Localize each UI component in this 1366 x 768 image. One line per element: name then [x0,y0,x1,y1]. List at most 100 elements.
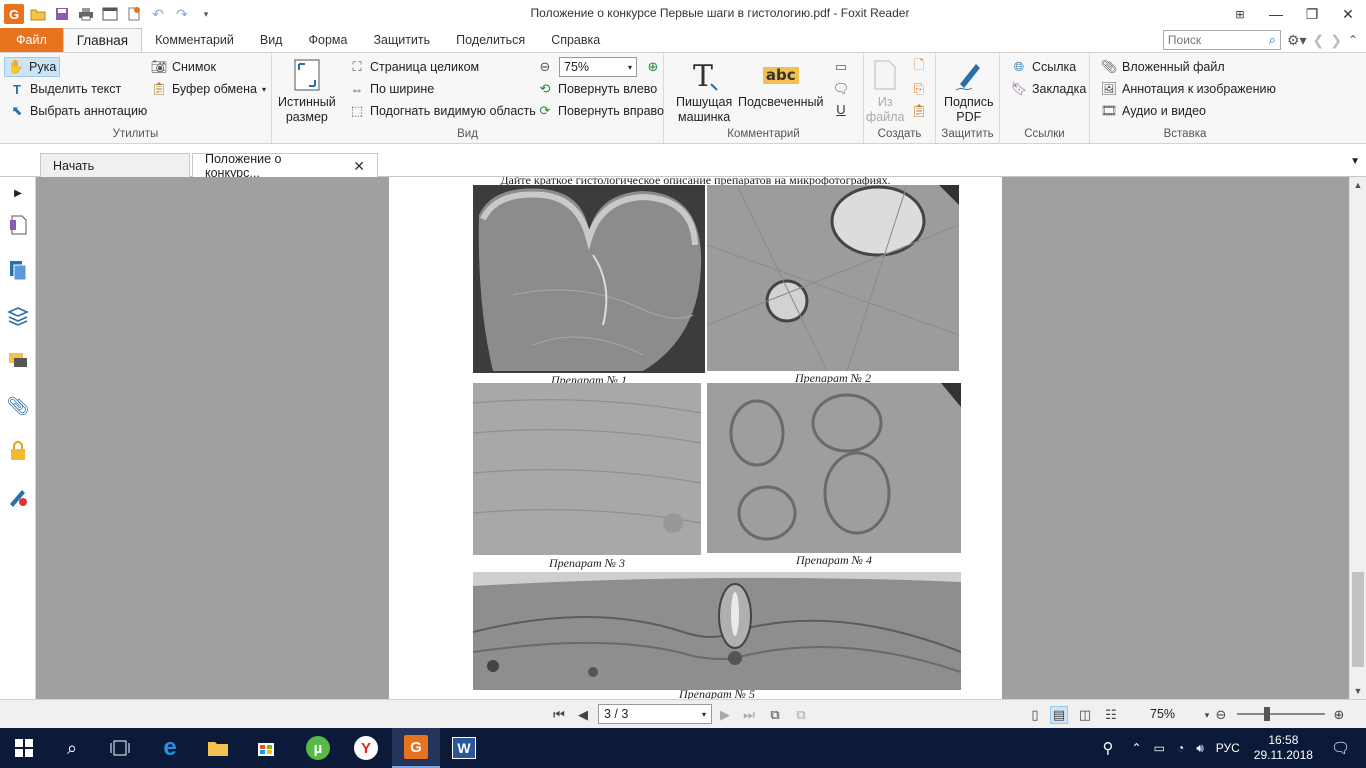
select-text-button[interactable]: T Выделить текст [6,79,124,99]
create-clipboard-button[interactable]: 📋︎ [908,101,930,121]
zoom-out-status-icon[interactable]: ⊖ [1212,706,1230,724]
create-blank-button[interactable]: 🗋︎ [908,57,930,77]
edge-browser-icon[interactable]: e [146,728,194,768]
close-tab-icon[interactable]: ✕ [353,158,365,175]
language-indicator[interactable]: РУС [1210,741,1246,755]
word-icon[interactable]: W [440,728,488,768]
scroll-up-icon[interactable]: ▲ [1350,177,1366,193]
search-icon[interactable]: ⌕ [1269,32,1276,48]
attachments-icon[interactable]: 📎︎ [6,394,30,418]
bookmark-button[interactable]: 🔖︎ Закладка [1008,79,1089,99]
tab-start-page[interactable]: Начать [40,153,190,177]
security-lock-icon[interactable] [6,439,30,463]
scrollbar-thumb[interactable] [1352,572,1364,667]
rotate-left-button[interactable]: ⟲ Повернуть влево [534,79,660,99]
print-icon[interactable] [76,4,96,24]
rectangle-tool-button[interactable]: ▭ [830,57,852,77]
window-icon[interactable] [100,4,120,24]
rotate-right-button[interactable]: ⟳ Повернуть вправо [534,101,667,121]
next-page-icon[interactable]: ▶ [716,706,734,724]
select-annotation-button[interactable]: ⬉ Выбрать аннотацию [6,101,150,121]
continuous-view-icon[interactable]: ▤ [1050,706,1068,724]
note-tool-button[interactable]: 🗨︎ [830,79,852,99]
next-icon[interactable]: ❯ [1330,32,1342,49]
notifications-icon[interactable]: 🗨︎ [1321,739,1366,757]
battery-icon[interactable]: ▭ [1148,741,1171,755]
search-input[interactable] [1167,33,1260,47]
typewriter-button[interactable]: T Пишущая машинка [676,57,732,125]
expand-panel-icon[interactable]: ▶ [6,181,30,205]
gear-icon[interactable]: ⚙▾ [1287,32,1307,49]
open-folder-icon[interactable] [28,4,48,24]
comments-icon[interactable] [6,349,30,373]
network-icon[interactable]: ◔ [1171,741,1190,755]
tab-home[interactable]: Главная [62,28,143,52]
last-page-icon[interactable]: ⏭ [740,706,758,724]
search-icon[interactable]: ⌕ [48,728,96,768]
underline-tool-button[interactable]: U [830,99,852,119]
volume-icon[interactable]: 🔊︎ [1190,741,1210,756]
layers-icon[interactable] [6,304,30,328]
page-thumbnails-icon[interactable] [6,213,30,237]
vertical-scrollbar[interactable]: ▲ ▼ [1349,177,1366,699]
zoom-select[interactable]: 75% ▾ [559,57,637,77]
create-scanner-button[interactable]: ⎘ [908,79,930,99]
store-icon[interactable] [242,728,290,768]
tab-current-document[interactable]: Положение о конкурс... ✕ [192,152,378,180]
previous-view-icon[interactable]: ⧉ [766,706,784,724]
redo-icon[interactable]: ↷ [172,4,192,24]
zoom-in-button[interactable]: ⊕ [642,57,664,77]
hand-tool-button[interactable]: ✋ Рука [4,57,61,77]
zoom-slider-thumb[interactable] [1264,707,1270,721]
people-icon[interactable]: ⚲ [1091,739,1126,757]
previous-icon[interactable]: ❮ [1312,32,1324,49]
fit-width-button[interactable]: ⇔ По ширине [346,79,437,99]
foxit-logo-icon[interactable]: G [4,4,24,24]
continuous-facing-view-icon[interactable]: ☷ [1102,706,1120,724]
document-viewport[interactable]: Дайте краткое гистологическое описание п… [36,177,1349,699]
qat-dropdown-icon[interactable]: ▾ [196,4,216,24]
clipboard-button[interactable]: 📋︎ Буфер обмена ▾ [148,79,269,99]
start-button[interactable] [0,728,48,768]
previous-page-icon[interactable]: ◀ [574,706,592,724]
fit-visible-button[interactable]: ⬚ Подогнать видимую область [346,101,539,121]
tab-list-chevron-icon[interactable]: ▼ [1350,156,1360,167]
first-page-icon[interactable]: ⏮ [550,706,568,724]
facing-view-icon[interactable]: ◫ [1076,706,1094,724]
tab-view[interactable]: Вид [247,28,296,52]
clock[interactable]: 16:58 29.11.2018 [1246,733,1321,763]
undo-icon[interactable]: ↶ [148,4,168,24]
save-icon[interactable] [52,4,72,24]
zoom-in-status-icon[interactable]: ⊕ [1330,706,1348,724]
utorrent-icon[interactable]: µ [294,728,342,768]
audio-video-button[interactable]: 🎞︎ Аудио и видео [1098,101,1209,121]
tab-file[interactable]: Файл [0,28,63,52]
scroll-down-icon[interactable]: ▼ [1350,683,1366,699]
snapshot-button[interactable]: 📷︎ Снимок [148,57,219,77]
signature-icon[interactable] [6,485,30,509]
zoom-out-button[interactable]: ⊖ [534,57,556,77]
attachment-button[interactable]: 📎︎ Вложенный файл [1098,57,1228,77]
single-page-view-icon[interactable]: ▯ [1026,706,1044,724]
collapse-ribbon-icon[interactable]: ⌃ [1348,33,1358,47]
yandex-browser-icon[interactable]: Y [342,728,390,768]
task-view-icon[interactable] [96,728,144,768]
close-button[interactable]: ✕ [1330,0,1366,28]
page-number-select[interactable]: 3 / 3 ▾ [598,704,712,724]
tab-comment[interactable]: Комментарий [142,28,247,52]
ribbon-display-icon[interactable]: ⊞ [1222,0,1258,28]
show-hidden-icons-chevron-icon[interactable]: ⌃ [1126,741,1148,755]
from-file-button[interactable]: Из файла [866,57,904,125]
foxit-reader-taskbar-icon[interactable]: G [392,728,440,768]
link-button[interactable]: 🌐︎ Ссылка [1008,57,1079,77]
minimize-button[interactable]: — [1258,0,1294,28]
next-view-icon[interactable]: ⧉ [792,706,810,724]
fit-page-button[interactable]: ⛶ Страница целиком [346,57,482,77]
actual-size-button[interactable]: Истинный размер [278,57,336,125]
tab-form[interactable]: Форма [295,28,360,52]
new-file-icon[interactable] [124,4,144,24]
sign-pdf-button[interactable]: Подпись PDF [944,57,993,125]
zoom-level[interactable]: 75% [1150,707,1175,721]
zoom-slider-track[interactable] [1237,713,1325,715]
maximize-button[interactable]: ❐ [1294,0,1330,28]
